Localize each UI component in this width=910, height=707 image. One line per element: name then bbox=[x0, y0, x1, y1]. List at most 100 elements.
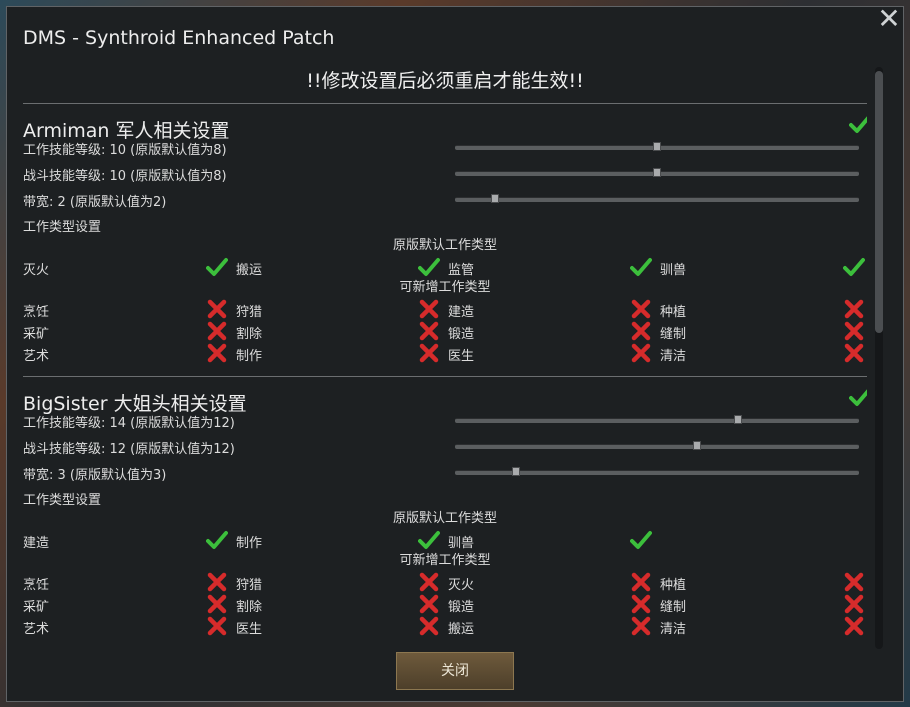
restart-warning: !!修改设置后必须重启才能生效!! bbox=[306, 70, 584, 92]
slider-label: 战斗技能等级: 12 (原版默认值为12) bbox=[23, 442, 235, 457]
cross-icon[interactable] bbox=[843, 299, 865, 319]
cross-icon[interactable] bbox=[418, 616, 440, 636]
work-type-label: 艺术 bbox=[23, 622, 50, 637]
section-header: BigSister 大姐头相关设置 bbox=[23, 377, 867, 415]
slider-label: 工作技能等级: 10 (原版默认值为8) bbox=[23, 143, 227, 158]
cross-icon[interactable] bbox=[630, 594, 652, 614]
settings-sections: Armiman 军人相关设置 工作技能等级: 10 (原版默认值为8) 战斗技能等级… bbox=[23, 103, 867, 649]
work-type-label: 割除 bbox=[236, 327, 263, 342]
work-type-label: 艺术 bbox=[23, 349, 50, 364]
cross-icon[interactable] bbox=[418, 321, 440, 341]
slider-row: 带宽: 2 (原版默认值为2) bbox=[23, 186, 867, 212]
cross-icon[interactable] bbox=[843, 594, 865, 614]
cross-icon[interactable] bbox=[630, 321, 652, 341]
cross-icon[interactable] bbox=[206, 321, 228, 341]
slider-label: 带宽: 3 (原版默认值为3) bbox=[23, 468, 167, 483]
slider-handle[interactable] bbox=[693, 441, 702, 450]
section-header: Armiman 军人相关设置 bbox=[23, 104, 867, 142]
slider-handle[interactable] bbox=[491, 194, 500, 203]
settings-section: BigSister 大姐头相关设置 工作技能等级: 14 (原版默认值为12) 战斗… bbox=[23, 377, 867, 649]
default-work-row: 建造 制作 驯兽 bbox=[23, 529, 867, 551]
work-type-label: 医生 bbox=[448, 349, 475, 364]
extra-work-types-caption: 可新增工作类型 bbox=[399, 553, 491, 568]
slider-label: 工作技能等级: 14 (原版默认值为12) bbox=[23, 416, 235, 431]
work-type-label: 监管 bbox=[448, 263, 475, 278]
cross-icon[interactable] bbox=[206, 594, 228, 614]
work-type-label: 烹饪 bbox=[23, 578, 50, 593]
checkmark-icon[interactable] bbox=[418, 257, 440, 277]
default-work-types-caption: 原版默认工作类型 bbox=[392, 238, 497, 253]
work-type-label: 制作 bbox=[236, 536, 263, 551]
extra-work-row: 烹饪 狩猎 建造 种植 bbox=[23, 298, 867, 320]
scrollbar-thumb[interactable] bbox=[875, 71, 883, 333]
mod-settings-dialog: DMS - Synthroid Enhanced Patch !!修改设置后必须… bbox=[6, 6, 904, 702]
cross-icon[interactable] bbox=[843, 321, 865, 341]
work-type-label: 驯兽 bbox=[660, 263, 687, 278]
extra-work-row: 采矿 割除 锻造 缝制 bbox=[23, 593, 867, 615]
work-type-label: 搬运 bbox=[448, 622, 475, 637]
slider-row: 工作技能等级: 10 (原版默认值为8) bbox=[23, 134, 867, 160]
checkmark-icon[interactable] bbox=[630, 257, 652, 277]
work-type-label: 锻造 bbox=[448, 327, 475, 342]
cross-icon[interactable] bbox=[843, 343, 865, 363]
work-type-label: 割除 bbox=[236, 600, 263, 615]
cross-icon[interactable] bbox=[630, 572, 652, 592]
extra-work-row: 艺术 制作 医生 清洁 bbox=[23, 342, 867, 364]
default-work-types-caption: 原版默认工作类型 bbox=[392, 511, 497, 526]
slider-track[interactable] bbox=[455, 194, 859, 203]
cross-icon[interactable] bbox=[843, 616, 865, 636]
work-type-label: 建造 bbox=[23, 536, 50, 551]
work-type-label: 驯兽 bbox=[448, 536, 475, 551]
work-type-label: 种植 bbox=[660, 578, 687, 593]
settings-scroll-area[interactable]: !!修改设置后必须重启才能生效!! Armiman 军人相关设置 工作技能等级: … bbox=[23, 63, 867, 651]
work-type-label: 建造 bbox=[448, 305, 475, 320]
work-type-label: 狩猎 bbox=[236, 578, 263, 593]
extra-work-row: 烹饪 狩猎 灭火 种植 bbox=[23, 571, 867, 593]
close-icon[interactable]: ✕ bbox=[876, 5, 902, 33]
slider-track[interactable] bbox=[455, 142, 859, 151]
checkmark-icon[interactable] bbox=[206, 257, 228, 277]
work-type-label: 缝制 bbox=[660, 327, 687, 342]
cross-icon[interactable] bbox=[630, 299, 652, 319]
cross-icon[interactable] bbox=[418, 594, 440, 614]
settings-section: Armiman 军人相关设置 工作技能等级: 10 (原版默认值为8) 战斗技能等级… bbox=[23, 104, 867, 376]
slider-handle[interactable] bbox=[733, 415, 742, 424]
slider-row: 战斗技能等级: 10 (原版默认值为8) bbox=[23, 160, 867, 186]
checkmark-icon[interactable] bbox=[843, 257, 865, 277]
work-type-heading: 工作类型设置 bbox=[23, 493, 102, 508]
work-type-label: 种植 bbox=[660, 305, 687, 320]
close-button[interactable]: 关闭 bbox=[396, 652, 514, 690]
slider-track[interactable] bbox=[455, 415, 859, 424]
cross-icon[interactable] bbox=[206, 616, 228, 636]
cross-icon[interactable] bbox=[418, 343, 440, 363]
cross-icon[interactable] bbox=[206, 299, 228, 319]
slider-track[interactable] bbox=[455, 467, 859, 476]
slider-track[interactable] bbox=[455, 441, 859, 450]
work-type-label: 狩猎 bbox=[236, 305, 263, 320]
slider-label: 带宽: 2 (原版默认值为2) bbox=[23, 195, 167, 210]
cross-icon[interactable] bbox=[843, 572, 865, 592]
default-work-row: 灭火 搬运 监管 驯兽 bbox=[23, 256, 867, 278]
slider-row: 工作技能等级: 14 (原版默认值为12) bbox=[23, 407, 867, 433]
cross-icon[interactable] bbox=[206, 343, 228, 363]
slider-handle[interactable] bbox=[653, 168, 661, 177]
work-type-label: 灭火 bbox=[448, 578, 475, 593]
checkmark-icon[interactable] bbox=[418, 530, 440, 550]
vertical-scrollbar[interactable] bbox=[875, 67, 883, 649]
slider-label: 战斗技能等级: 10 (原版默认值为8) bbox=[23, 169, 227, 184]
work-type-label: 医生 bbox=[236, 622, 263, 637]
work-type-label: 缝制 bbox=[660, 600, 687, 615]
cross-icon[interactable] bbox=[206, 572, 228, 592]
work-type-label: 清洁 bbox=[660, 349, 687, 364]
checkmark-icon[interactable] bbox=[206, 530, 228, 550]
slider-handle[interactable] bbox=[653, 142, 661, 151]
cross-icon[interactable] bbox=[630, 616, 652, 636]
work-type-label: 锻造 bbox=[448, 600, 475, 615]
cross-icon[interactable] bbox=[418, 299, 440, 319]
cross-icon[interactable] bbox=[630, 343, 652, 363]
cross-icon[interactable] bbox=[418, 572, 440, 592]
extra-work-types-caption: 可新增工作类型 bbox=[399, 280, 491, 295]
slider-handle[interactable] bbox=[511, 467, 520, 476]
checkmark-icon[interactable] bbox=[630, 530, 652, 550]
slider-track[interactable] bbox=[455, 168, 859, 177]
